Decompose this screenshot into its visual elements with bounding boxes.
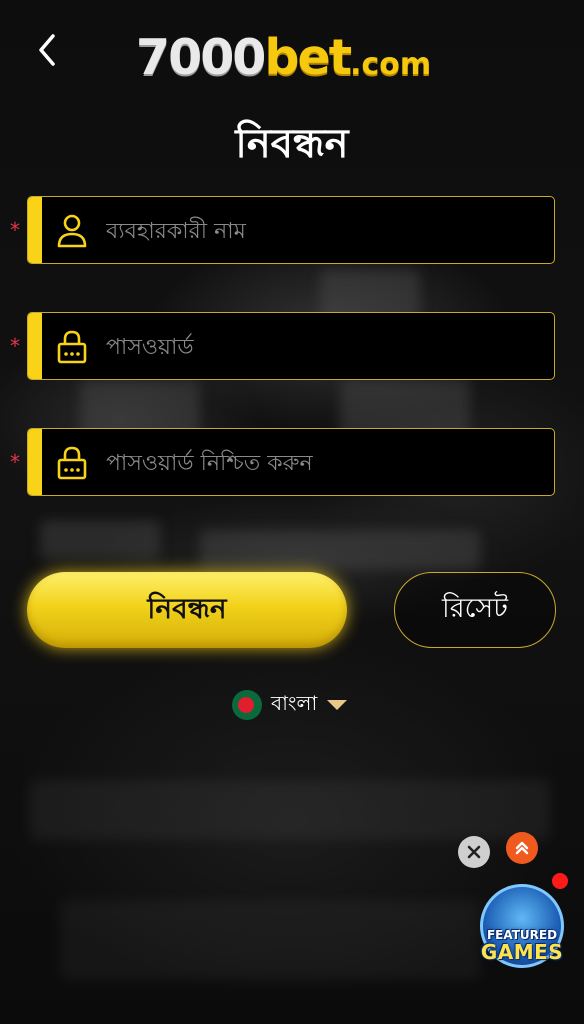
page-title: নিবন্ধন [235,121,349,167]
confirm-password-row: * [0,428,584,498]
field-accent-bar [28,313,42,379]
featured-games-promo[interactable]: FEATURED GAMES [476,880,568,974]
logo-domain: .com [350,47,432,82]
notification-dot [552,873,568,889]
close-promo-button[interactable] [458,836,490,868]
username-field[interactable] [27,196,555,264]
required-marker: * [10,218,20,242]
password-field[interactable] [27,312,555,380]
lock-icon [57,330,87,364]
username-input[interactable] [104,197,538,263]
bangladesh-flag-icon [232,690,262,720]
field-accent-bar [28,197,42,263]
scroll-up-button[interactable] [506,832,538,864]
double-chevron-up-icon [515,841,529,855]
reset-button[interactable]: রিসেট [394,572,556,648]
confirm-password-input[interactable] [104,429,538,495]
required-marker: * [10,334,20,358]
password-input[interactable] [104,313,538,379]
logo-bet: bet [264,29,352,86]
chevron-left-icon [39,34,55,66]
logo-number: 7000 [136,29,266,86]
promo-line2: GAMES [480,940,564,964]
caret-down-icon [327,700,348,710]
close-icon [467,845,481,859]
field-accent-bar [28,429,42,495]
language-selector[interactable]: বাংলা [232,688,348,722]
register-button[interactable]: নিবন্ধন [27,572,347,648]
password-row: * [0,312,584,382]
language-label: বাংলা [271,690,318,715]
user-icon [57,214,87,248]
confirm-password-field[interactable] [27,428,555,496]
username-row: * [0,196,584,266]
required-marker: * [10,450,20,474]
back-button[interactable] [30,30,64,70]
lock-icon [57,446,87,480]
brand-logo[interactable]: 7000bet.com [136,28,431,88]
